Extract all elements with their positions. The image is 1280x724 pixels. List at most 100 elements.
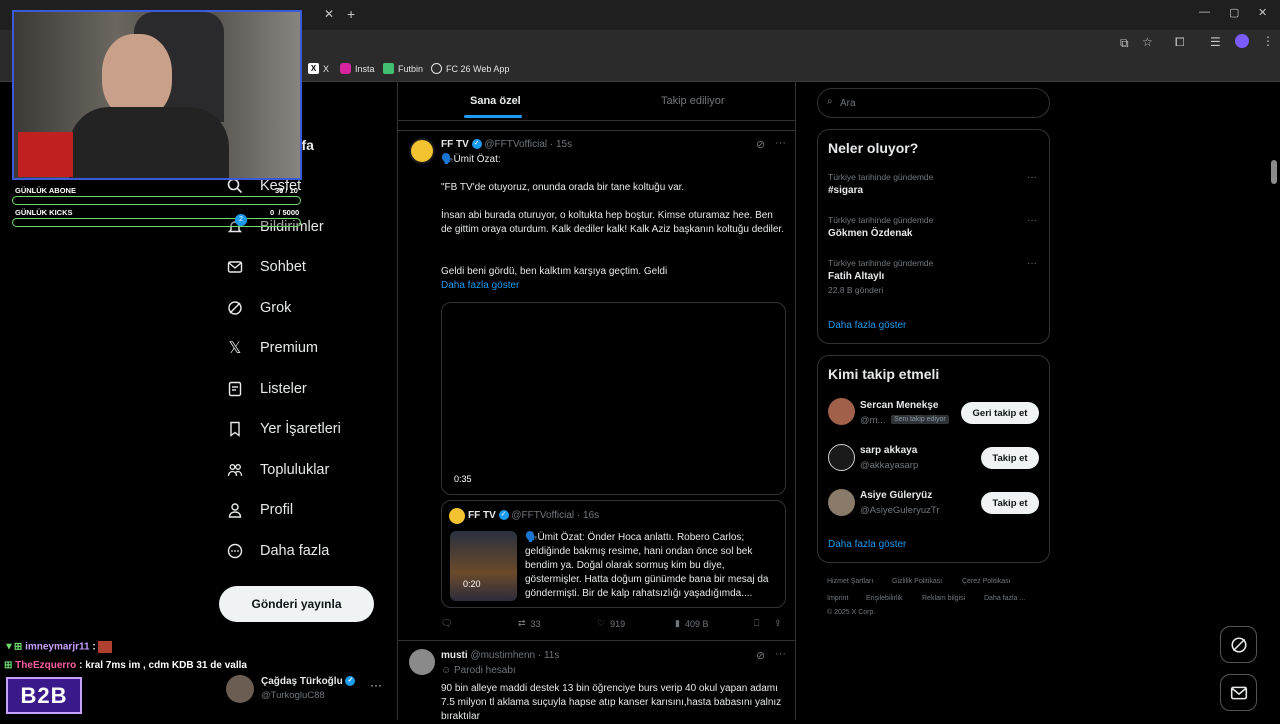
nav-communities[interactable]: Topluluklar <box>226 455 329 485</box>
tab-close-icon[interactable]: ✕ <box>324 7 334 21</box>
user-avatar[interactable] <box>828 489 855 516</box>
footer-more[interactable]: Daha fazla ... <box>984 595 1025 602</box>
quote-avatar <box>449 508 465 524</box>
bookmark-fc26[interactable]: FC 26 Web App <box>431 63 509 74</box>
search-box[interactable]: ⌕ Ara <box>817 88 1050 118</box>
subscriber-goal-bar <box>12 196 301 205</box>
new-tab-icon[interactable]: + <box>347 6 355 22</box>
tab-active-indicator <box>464 115 522 118</box>
who-show-more[interactable]: Daha fazla göster <box>828 539 906 550</box>
nav-lists[interactable]: Listeler <box>226 374 307 404</box>
trend-more-icon[interactable]: ··· <box>1027 215 1037 226</box>
account-switcher[interactable]: Çağdaş Türkoğlu ✓ @TurkogluC88 ··· <box>226 673 386 705</box>
bookmark-futbin[interactable]: Futbin <box>383 63 423 74</box>
search-input[interactable]: Ara <box>840 98 856 109</box>
quote-text: 🗣️Ümit Özat: Önder Hoca anlattı. Robero … <box>525 532 769 599</box>
verified-icon: ✓ <box>471 139 482 150</box>
nav-profile[interactable]: Profil <box>226 495 293 525</box>
reply-button[interactable]: 🗨 <box>441 618 452 629</box>
extensions-icon[interactable]: ⧠ <box>1175 35 1185 50</box>
close-window-icon[interactable]: ✕ <box>1258 6 1267 19</box>
bookmark-button[interactable]: ⎕ <box>754 618 759 629</box>
tweet-avatar[interactable] <box>409 649 435 675</box>
more-icon[interactable]: ··· <box>775 648 786 660</box>
grok-icon[interactable]: ⊘ <box>756 138 765 151</box>
tweet-handle[interactable]: @FFTVofficial <box>484 139 547 150</box>
footer-copyright: © 2025 X Corp. <box>827 609 876 616</box>
trend-item[interactable]: Türkiye tarihinde gündemde Gökmen Özdena… <box>828 215 1040 239</box>
more-icon[interactable]: ··· <box>775 137 786 149</box>
minimize-icon[interactable]: — <box>1199 6 1210 18</box>
views-button[interactable]: ▮ 409 B <box>675 618 708 629</box>
media-icon[interactable]: ☰ <box>1210 35 1221 49</box>
tab-following[interactable]: Takip ediliyor <box>661 95 725 107</box>
tweet-handle[interactable]: @mustimhenn <box>470 650 535 661</box>
shield-icon[interactable] <box>1235 34 1249 48</box>
follow-button[interactable]: Takip et <box>981 447 1039 469</box>
nav-premium[interactable]: 𝕏 Premium <box>226 333 318 363</box>
retweet-icon: ⇄ <box>518 618 526 628</box>
tweet-avatar[interactable] <box>409 138 435 164</box>
quote-thumbnail[interactable]: 0:20 <box>450 531 517 601</box>
trend-more-icon[interactable]: ··· <box>1027 172 1037 183</box>
restore-icon[interactable]: ▢ <box>1229 6 1239 19</box>
bookmark-x[interactable]: X X <box>308 63 329 74</box>
footer-ads[interactable]: Reklam bilgisi <box>922 595 965 602</box>
tweet-video[interactable]: 0:35 <box>441 302 786 495</box>
trends-show-more[interactable]: Daha fazla göster <box>828 320 906 331</box>
grok-fab[interactable] <box>1220 626 1257 663</box>
post-button[interactable]: Gönderi yayınla <box>219 586 374 622</box>
tweet-author[interactable]: FF TV <box>441 139 469 150</box>
footer-terms[interactable]: Hizmet Şartları <box>827 578 873 585</box>
trend-item[interactable]: Türkiye tarihinde gündemde #sigara ··· <box>828 172 1040 196</box>
follow-button[interactable]: Takip et <box>981 492 1039 514</box>
tweet-time[interactable]: · 15s <box>550 139 572 150</box>
user-handle: @AsiyeGuleryuzTr <box>860 505 940 516</box>
trend-more-icon[interactable]: ··· <box>1027 258 1037 269</box>
retweet-button[interactable]: ⇄ 33 <box>518 618 541 629</box>
show-more-link[interactable]: Daha fazla göster <box>441 279 519 293</box>
verified-icon: ✓ <box>345 676 356 687</box>
chat-emote-icon <box>98 641 113 653</box>
share-button[interactable]: ⇪ <box>774 618 782 629</box>
footer-accessibility[interactable]: Erişilebilirlik <box>866 595 903 602</box>
views-icon: ▮ <box>675 618 680 628</box>
reply-icon: 🗨 <box>441 618 453 628</box>
user-name[interactable]: sarp akkaya <box>860 445 917 456</box>
nav-bookmarks[interactable]: Yer İşaretleri <box>226 414 341 444</box>
who-title: Kimi takip etmeli <box>828 366 940 382</box>
list-icon <box>226 380 244 398</box>
scrollbar[interactable] <box>1271 160 1277 184</box>
footer-privacy[interactable]: Gizlilik Politikası <box>892 578 942 585</box>
nav-more[interactable]: Daha fazla <box>226 536 329 566</box>
user-name[interactable]: Asiye Güleryüz <box>860 490 932 501</box>
nav-chat[interactable]: Sohbet <box>226 252 306 282</box>
grok-icon <box>226 299 244 317</box>
tweet-text-line: "FB TV'de otuyoruz, onunda orada bir tan… <box>441 182 685 193</box>
account-handle: @TurkogluC88 <box>261 690 325 701</box>
subscriber-goal-label: GÜNLÜK ABONE <box>15 186 76 195</box>
user-name[interactable]: Sercan Menekşe <box>860 400 938 411</box>
quote-header: FF TV ✓ @FFTVofficial · 16s <box>468 510 600 521</box>
grok-icon[interactable]: ⊘ <box>756 649 765 662</box>
follow-back-button[interactable]: Geri takip et <box>961 402 1039 424</box>
quote-tweet[interactable]: FF TV ✓ @FFTVofficial · 16s 0:20 🗣️Ümit … <box>441 500 786 608</box>
star-icon[interactable]: ☆ <box>1142 35 1153 49</box>
user-avatar[interactable] <box>828 398 855 425</box>
tweet-author[interactable]: musti <box>441 650 468 661</box>
main-feed: Sana özel Takip ediliyor FF TV ✓ @FFTVof… <box>397 82 796 722</box>
footer-imprint[interactable]: Imprint <box>827 595 848 602</box>
messages-fab[interactable] <box>1220 674 1257 711</box>
account-more-icon[interactable]: ··· <box>370 678 382 692</box>
user-avatar[interactable] <box>828 444 855 471</box>
menu-icon[interactable]: ⋮ <box>1262 34 1274 48</box>
nav-grok[interactable]: Grok <box>226 293 291 323</box>
footer-cookies[interactable]: Çerez Politikası <box>962 578 1011 585</box>
trend-item[interactable]: Türkiye tarihinde gündemde Fatih Altaylı… <box>828 258 1040 295</box>
tab-for-you[interactable]: Sana özel <box>470 95 521 107</box>
like-button[interactable]: ♡ 919 <box>597 618 625 629</box>
cast-icon[interactable]: ⧉ <box>1120 36 1129 51</box>
kicks-goal-label: GÜNLÜK KICKS <box>15 208 73 217</box>
bookmark-insta[interactable]: Insta <box>340 63 375 74</box>
tweet-time[interactable]: · 11s <box>538 650 560 661</box>
